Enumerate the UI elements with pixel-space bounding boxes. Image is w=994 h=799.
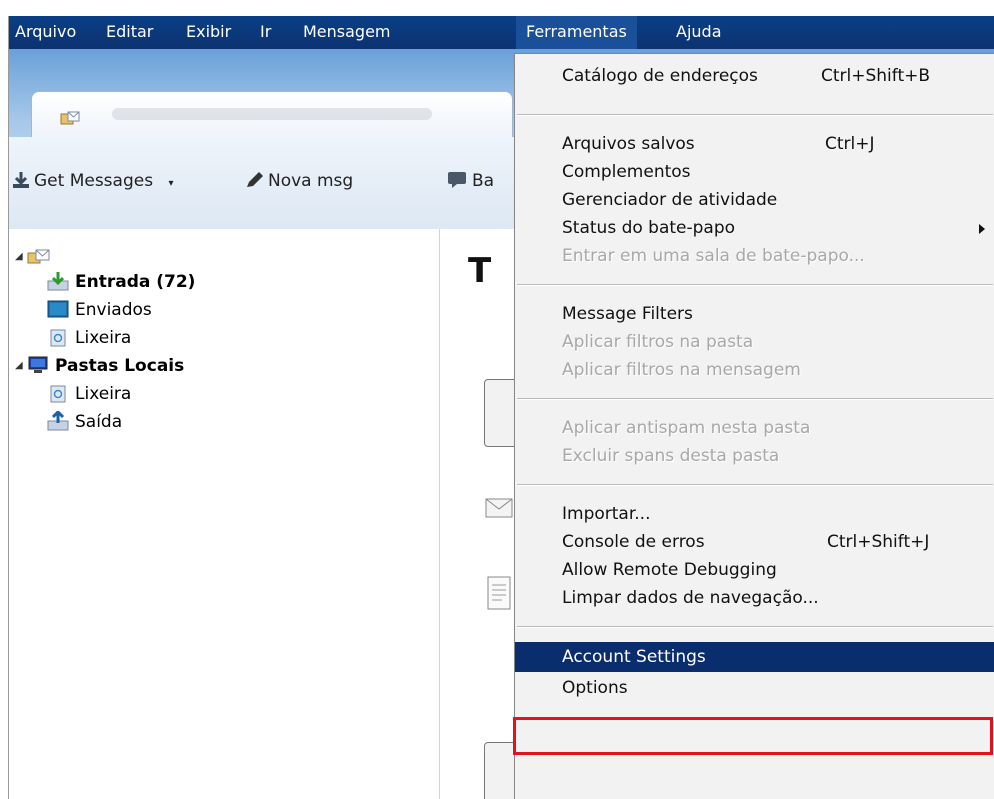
caption-strip bbox=[0, 0, 994, 16]
folder-label: Enviados bbox=[75, 300, 152, 320]
folder-label: Lixeira bbox=[75, 328, 132, 348]
menu-item-label: Limpar dados de navegação... bbox=[562, 588, 819, 608]
document-icon bbox=[487, 576, 511, 610]
folder-enviados[interactable]: Enviados bbox=[47, 298, 152, 322]
outbox-icon bbox=[47, 411, 69, 431]
menu-arquivo[interactable]: Arquivo bbox=[11, 16, 80, 49]
menu-item-gerenciador[interactable]: Gerenciador de atividade bbox=[515, 186, 994, 214]
thunderbird-window: Arquivo Editar Exibir Ir Mensagem Ferram… bbox=[8, 16, 994, 799]
download-icon bbox=[13, 172, 29, 188]
callout-highlight-box bbox=[513, 717, 993, 755]
menu-item-shortcut: Ctrl+J bbox=[825, 134, 875, 154]
menu-item-label: Console de erros bbox=[562, 532, 705, 552]
inbox-icon bbox=[47, 272, 69, 291]
menu-item-label: Entrar em uma sala de bate-papo... bbox=[562, 246, 865, 266]
folder-lixeira-local[interactable]: Lixeira bbox=[47, 382, 131, 406]
folder-lixeira[interactable]: Lixeira bbox=[47, 326, 131, 350]
menu-item-label: Options bbox=[562, 678, 628, 698]
menu-item-options[interactable]: Options bbox=[515, 674, 994, 702]
menu-item-catalogo[interactable]: Catálogo de endereços Ctrl+Shift+B bbox=[515, 62, 994, 90]
get-messages-button[interactable]: Get Messages ▾ bbox=[11, 168, 174, 194]
mail-tab[interactable] bbox=[31, 91, 513, 138]
menubar: Arquivo Editar Exibir Ir Mensagem Ferram… bbox=[9, 16, 994, 49]
email-icon bbox=[485, 498, 513, 518]
folder-entrada[interactable]: Entrada (72) bbox=[47, 270, 195, 294]
menu-separator bbox=[517, 284, 993, 286]
menu-editar[interactable]: Editar bbox=[102, 16, 157, 49]
chat-button[interactable]: Ba bbox=[447, 168, 494, 194]
expand-twisty-icon[interactable]: ◢ bbox=[15, 245, 23, 269]
menu-item-console-erros[interactable]: Console de erros Ctrl+Shift+J bbox=[515, 528, 994, 556]
menu-item-label: Account Settings bbox=[562, 647, 706, 667]
menu-item-label: Aplicar antispam nesta pasta bbox=[562, 418, 811, 438]
page-title: T bbox=[468, 251, 492, 291]
account-root[interactable]: ◢ bbox=[15, 245, 51, 269]
menu-item-limpar-dados[interactable]: Limpar dados de navegação... bbox=[515, 584, 994, 612]
menu-item-label: Status do bate-papo bbox=[562, 218, 736, 238]
menu-item-label: Complementos bbox=[562, 162, 691, 182]
menu-item-label: Aplicar filtros na mensagem bbox=[562, 360, 801, 380]
menu-item-aplicar-antispam[interactable]: Aplicar antispam nesta pasta bbox=[515, 414, 994, 442]
menu-ajuda[interactable]: Ajuda bbox=[672, 16, 726, 49]
menu-separator bbox=[517, 626, 993, 628]
menu-separator bbox=[517, 398, 993, 400]
chat-bubble-icon bbox=[448, 172, 466, 188]
folder-label: Saída bbox=[75, 412, 123, 432]
submenu-arrow-icon bbox=[979, 224, 985, 234]
new-message-button[interactable]: Nova msg bbox=[245, 168, 353, 194]
folder-saida[interactable]: Saída bbox=[47, 410, 122, 434]
folder-label: Lixeira bbox=[75, 384, 132, 404]
menu-item-label: Message Filters bbox=[562, 304, 693, 324]
menu-item-arquivos-salvos[interactable]: Arquivos salvos Ctrl+J bbox=[515, 130, 994, 158]
menu-item-label: Importar... bbox=[562, 504, 651, 524]
menu-separator bbox=[517, 484, 993, 486]
menu-ir[interactable]: Ir bbox=[256, 16, 275, 49]
sent-icon bbox=[47, 300, 69, 318]
expand-twisty-icon[interactable]: ◢ bbox=[15, 354, 23, 378]
menu-item-aplicar-filtros-mensagem[interactable]: Aplicar filtros na mensagem bbox=[515, 356, 994, 384]
menu-item-label: Arquivos salvos bbox=[562, 134, 695, 154]
mail-account-icon bbox=[27, 249, 50, 264]
menu-mensagem[interactable]: Mensagem bbox=[299, 16, 395, 49]
trash-icon bbox=[50, 385, 66, 403]
dropdown-arrow-icon[interactable]: ▾ bbox=[168, 178, 173, 189]
folder-pane: ◢ Entrada (72) Enviados Lixeira ◢ Pastas… bbox=[9, 229, 439, 799]
menu-item-status-bate-papo[interactable]: Status do bate-papo bbox=[515, 214, 994, 242]
computer-icon bbox=[28, 356, 48, 373]
folder-label: Entrada (72) bbox=[75, 272, 196, 292]
trash-icon bbox=[50, 329, 66, 347]
menu-item-importar[interactable]: Importar... bbox=[515, 500, 994, 528]
menu-ferramentas[interactable]: Ferramentas bbox=[516, 16, 637, 49]
menu-item-message-filters[interactable]: Message Filters bbox=[515, 300, 994, 328]
menu-item-entrar-sala[interactable]: Entrar em uma sala de bate-papo... bbox=[515, 242, 994, 270]
tools-menu: Catálogo de endereços Ctrl+Shift+B Arqui… bbox=[514, 53, 994, 799]
menu-item-account-settings[interactable]: Account Settings bbox=[515, 642, 994, 672]
pencil-icon bbox=[247, 172, 263, 187]
menu-item-label: Allow Remote Debugging bbox=[562, 560, 777, 580]
mail-account-icon bbox=[60, 111, 80, 125]
menu-item-label: Gerenciador de atividade bbox=[562, 190, 778, 210]
menu-item-aplicar-filtros-pasta[interactable]: Aplicar filtros na pasta bbox=[515, 328, 994, 356]
menu-item-excluir-spams[interactable]: Excluir spans desta pasta bbox=[515, 442, 994, 470]
menu-item-shortcut: Ctrl+Shift+B bbox=[821, 66, 931, 86]
menu-item-label: Catálogo de endereços bbox=[562, 66, 758, 86]
menu-item-complementos[interactable]: Complementos bbox=[515, 158, 994, 186]
menu-item-label: Excluir spans desta pasta bbox=[562, 446, 780, 466]
chat-label: Ba bbox=[472, 171, 495, 191]
menu-item-label: Aplicar filtros na pasta bbox=[562, 332, 754, 352]
get-messages-label: Get Messages bbox=[34, 171, 154, 191]
menu-exibir[interactable]: Exibir bbox=[182, 16, 235, 49]
menu-item-shortcut: Ctrl+Shift+J bbox=[827, 532, 930, 552]
menu-separator bbox=[517, 114, 993, 116]
menu-item-remote-debugging[interactable]: Allow Remote Debugging bbox=[515, 556, 994, 584]
new-message-label: Nova msg bbox=[268, 171, 354, 191]
tab-title-redacted bbox=[112, 108, 432, 120]
folder-label: Pastas Locais bbox=[55, 356, 185, 376]
local-folders-root[interactable]: ◢ Pastas Locais bbox=[15, 354, 184, 378]
